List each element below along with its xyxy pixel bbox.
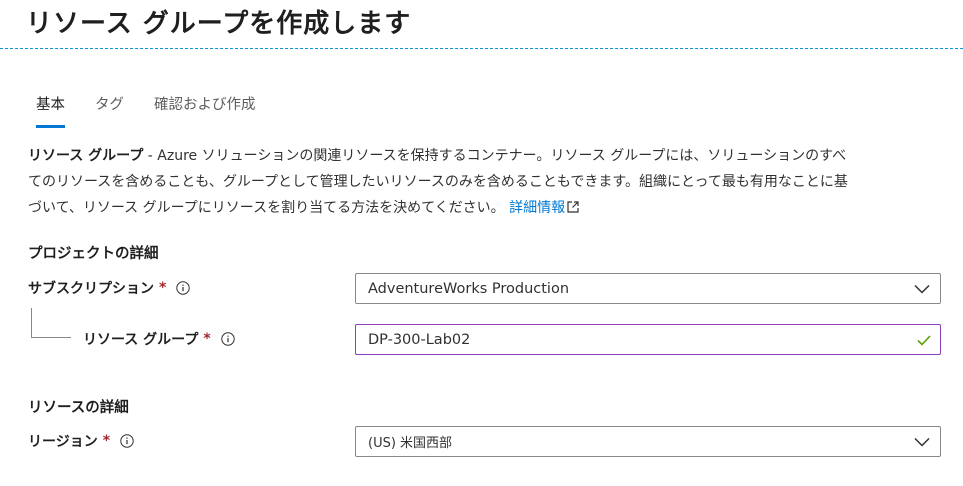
description: リソース グループ - Azure ソリューションの関連リソースを保持するコンテ… [28, 143, 858, 221]
checkmark-icon [917, 335, 931, 346]
region-label-text: リージョン [28, 434, 98, 450]
tab-bar: 基本 タグ 確認および作成 [36, 92, 286, 128]
subscription-label-text: サブスクリプション [28, 281, 154, 297]
description-text: - Azure ソリューションの関連リソースを保持するコンテナー。リソース グル… [28, 148, 848, 216]
tab-basics[interactable]: 基本 [36, 92, 65, 128]
info-icon[interactable] [220, 332, 235, 346]
region-label: リージョン * [28, 429, 134, 453]
page-title: リソース グループを作成します [26, 9, 412, 39]
required-marker: * [203, 331, 211, 347]
title-divider [0, 48, 963, 49]
info-icon[interactable] [120, 434, 134, 448]
tree-connector [31, 308, 71, 338]
resource-group-value: DP-300-Lab02 [368, 331, 471, 348]
info-icon[interactable] [176, 281, 191, 295]
region-value: (US) 米国西部 [368, 436, 453, 451]
project-details-heading: プロジェクトの詳細 [28, 246, 159, 262]
resource-group-input[interactable]: DP-300-Lab02 [355, 324, 941, 355]
external-link-icon [567, 201, 579, 213]
required-marker: * [159, 280, 167, 296]
resource-details-heading: リソースの詳細 [28, 400, 129, 416]
region-dropdown[interactable]: (US) 米国西部 [355, 426, 941, 457]
chevron-down-icon [914, 284, 930, 294]
subscription-value: AdventureWorks Production [368, 280, 570, 297]
resource-group-label: リソース グループ * [83, 327, 235, 351]
chevron-down-icon [914, 437, 930, 447]
subscription-dropdown[interactable]: AdventureWorks Production [355, 273, 941, 304]
required-marker: * [102, 433, 111, 449]
tab-review-create[interactable]: 確認および作成 [154, 92, 256, 128]
learn-more-link[interactable]: 詳細情報 [509, 200, 565, 216]
subscription-label: サブスクリプション * [28, 276, 191, 300]
resource-group-label-text: リソース グループ [83, 332, 199, 348]
description-bold: リソース グループ [28, 148, 144, 164]
tab-tags[interactable]: タグ [95, 92, 124, 128]
